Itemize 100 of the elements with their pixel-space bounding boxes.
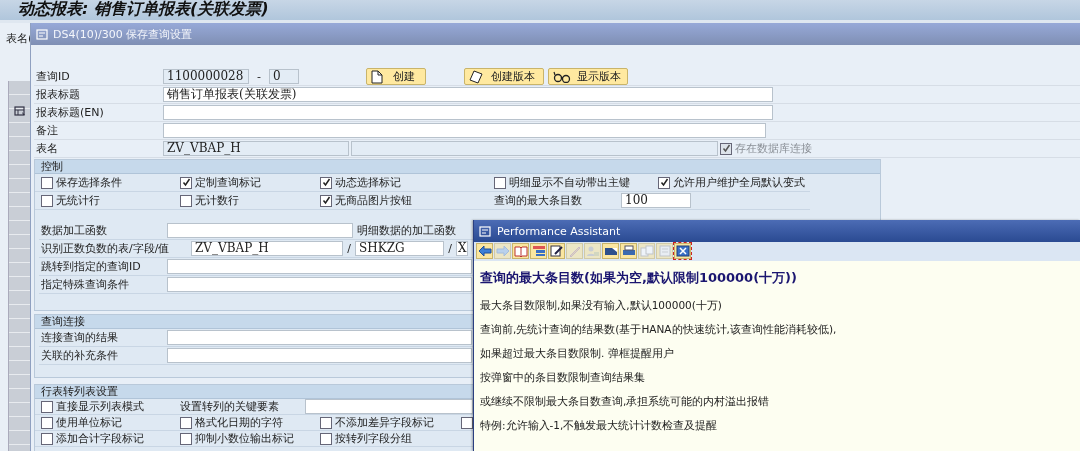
- person-icon: [585, 245, 600, 257]
- checkbox[interactable]: [41, 416, 53, 429]
- field-label: 连接查询的结果: [40, 330, 119, 345]
- checkbox-label: 直接显示列表模式: [56, 399, 144, 414]
- close-icon: [675, 245, 690, 257]
- separator-text: -: [256, 70, 262, 83]
- print-icon: [621, 245, 636, 257]
- field-label: 报表标题(EN): [35, 105, 105, 120]
- checkbox-label: 无计数行: [195, 193, 239, 208]
- page-icon: [657, 245, 672, 257]
- field-label: 查询的最大条目数: [494, 193, 583, 208]
- checkbox-label: 不添加差异字段标记: [335, 415, 434, 430]
- checkbox-label: 保存选择条件: [56, 175, 122, 190]
- checkbox[interactable]: [320, 194, 332, 207]
- checkbox[interactable]: [41, 400, 53, 413]
- glasses-icon: [553, 70, 571, 83]
- table-icon[interactable]: [14, 106, 26, 117]
- help-paragraph: 特例:允许输入-1,不触发最大统计计数检查及提醒: [480, 419, 719, 432]
- input-field[interactable]: [167, 223, 353, 238]
- input-field[interactable]: 销售订单报表(关联发票): [163, 87, 773, 102]
- document-icon: [371, 69, 383, 84]
- input-field[interactable]: 100: [621, 193, 691, 208]
- checkbox[interactable]: [41, 194, 53, 207]
- input-field[interactable]: [167, 277, 472, 292]
- toolbar-button[interactable]: [548, 243, 565, 259]
- field-label: 指定特殊查询条件: [40, 277, 130, 292]
- checkbox[interactable]: [461, 416, 473, 429]
- input-field[interactable]: [163, 123, 766, 138]
- pen-icon: [567, 245, 582, 257]
- book-icon: [513, 245, 528, 257]
- checkbox[interactable]: [494, 176, 506, 189]
- toolbar-button[interactable]: 创建版本: [464, 68, 544, 85]
- checkbox-label: 定制查询标记: [195, 175, 261, 190]
- window-icon: [36, 28, 49, 40]
- version-field: 0: [269, 69, 299, 84]
- page-title: 动态报表: 销售订单报表(关联发票): [0, 0, 1080, 23]
- checkbox[interactable]: [180, 416, 192, 429]
- copy-icon: [639, 245, 654, 257]
- separator-text: /: [447, 242, 453, 255]
- checkbox[interactable]: [41, 176, 53, 189]
- checkbox-label: 无统计行: [56, 193, 100, 208]
- input-field[interactable]: [167, 259, 472, 274]
- toolbar-button[interactable]: [620, 243, 637, 259]
- forward-icon: [495, 245, 510, 257]
- field-label: 报表标题: [35, 87, 81, 102]
- checkbox[interactable]: [658, 176, 670, 189]
- close-button[interactable]: [674, 243, 691, 259]
- checkbox-label: 添加合计字段标记: [56, 431, 144, 446]
- help-heading: 查询的最大条目数(如果为空,默认限制100000(十万)): [480, 269, 798, 287]
- field-label: 识别正数负数的表/字段/值: [40, 241, 171, 256]
- checkbox-label: 动态选择标记: [335, 175, 401, 190]
- field-label: 明细数据的加工函数: [357, 223, 456, 238]
- help-paragraph: 最大条目数限制,如果没有输入,默认100000(十万): [480, 299, 723, 312]
- table-name-field: ZV_VBAP_H: [163, 141, 349, 156]
- input-field[interactable]: ZV_VBAP_H: [191, 241, 343, 256]
- document-icon: [469, 69, 483, 84]
- checkbox[interactable]: [180, 194, 192, 207]
- checkbox[interactable]: [180, 176, 192, 189]
- field-label: 备注: [35, 123, 59, 138]
- checkbox-label: 格式化日期的字符: [195, 415, 283, 430]
- field-label: 跳转到指定的查询ID: [40, 259, 142, 274]
- query-id-field: 1100000028: [163, 69, 249, 84]
- window-icon: [603, 245, 618, 257]
- input-field[interactable]: X: [456, 241, 468, 256]
- checkbox-label: 使用单位标记: [56, 415, 122, 430]
- input-field[interactable]: [167, 348, 472, 363]
- checkbox[interactable]: [41, 432, 53, 445]
- input-field[interactable]: [305, 399, 473, 414]
- window-icon: [479, 225, 492, 237]
- toolbar-button[interactable]: 显示版本: [548, 68, 628, 85]
- checkbox-label: 按转列字段分组: [335, 431, 412, 446]
- field-label: 数据加工函数: [40, 223, 108, 238]
- checkbox-label: 抑制小数位输出标记: [195, 431, 294, 446]
- checkbox-label: 明细显示不自动带出主键: [509, 175, 630, 190]
- toolbar-button[interactable]: 创建: [366, 68, 426, 85]
- checkbox[interactable]: [320, 176, 332, 189]
- help-paragraph: 按弹窗中的条目数限制查询结果集: [480, 371, 646, 384]
- assistant-title: Performance Assistant: [497, 224, 621, 238]
- field-label: 关联的补充条件: [40, 348, 119, 363]
- checkbox[interactable]: [320, 416, 332, 429]
- group-title: 控制: [35, 160, 880, 174]
- dialog-title: DS4(10)/300 保存查询设置: [53, 26, 193, 42]
- back-icon: [477, 245, 492, 257]
- checkbox-label: 无商品图片按钮: [335, 193, 412, 208]
- field-label: 设置转列的关键要素: [180, 399, 280, 414]
- edit-icon: [549, 245, 564, 257]
- tree-icon: [531, 245, 546, 257]
- toolbar-button[interactable]: [476, 243, 493, 259]
- toolbar-button[interactable]: [602, 243, 619, 259]
- field-label: 查询ID: [35, 69, 71, 84]
- input-field[interactable]: SHKZG: [355, 241, 444, 256]
- separator-text: /: [346, 242, 352, 255]
- checkbox[interactable]: [320, 432, 332, 445]
- input-field[interactable]: [167, 330, 472, 345]
- field-label: 表名: [35, 141, 59, 156]
- checkbox[interactable]: [180, 432, 192, 445]
- input-field[interactable]: [163, 105, 773, 120]
- checkbox-label: 允许用户维护全局默认变式: [673, 175, 805, 190]
- help-paragraph: 如果超过最大条目数限制. 弹框提醒用户: [480, 347, 675, 360]
- checkbox-label: 存在数据库连接: [735, 141, 812, 156]
